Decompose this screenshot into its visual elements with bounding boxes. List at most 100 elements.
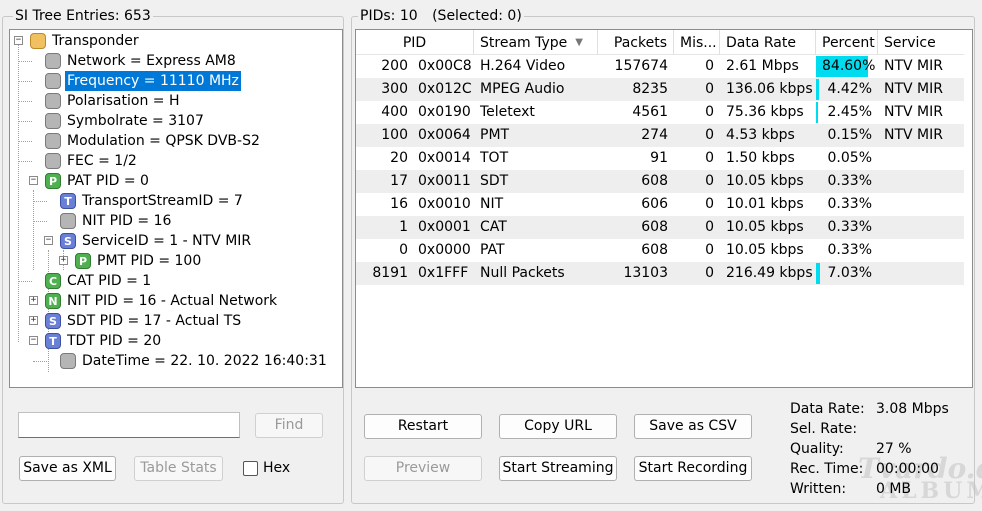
column-header-data-rate[interactable]: Data Rate <box>720 30 816 55</box>
tree-node[interactable]: NIT PID = 16 <box>10 211 342 231</box>
start-streaming-button[interactable]: Start Streaming <box>499 456 617 481</box>
tree-node[interactable]: T TransportStreamID = 7 <box>10 191 342 211</box>
table-row[interactable]: 400 0x0190 Teletext 4561 0 75.36 kbps 2.45% NTV… <box>356 101 964 124</box>
table-t-icon: T <box>60 193 76 209</box>
tree-node[interactable]: FEC = 1/2 <box>10 151 342 171</box>
table-row[interactable]: 16 0x0010 NIT 606 0 10.01 kbps 0.33% <box>356 193 964 216</box>
tree-node[interactable]: C CAT PID = 1 <box>10 271 342 291</box>
preview-button[interactable]: Preview <box>364 456 482 481</box>
tree-node-label: CAT PID = 1 <box>67 273 152 289</box>
column-header-pid[interactable]: PID <box>356 30 474 55</box>
pid-table[interactable]: PID Stream Type ▼ Packets Mis... Data Ra… <box>355 29 973 388</box>
tree-node[interactable]: Symbolrate = 3107 <box>10 111 342 131</box>
table-stats-button[interactable]: Table Stats <box>134 456 223 481</box>
save-as-csv-button[interactable]: Save as CSV <box>634 414 752 439</box>
column-header-service[interactable]: Service <box>878 30 964 55</box>
tree-node-label: FEC = 1/2 <box>67 153 137 169</box>
save-as-xml-button[interactable]: Save as XML <box>19 456 116 481</box>
tree-connector <box>33 221 47 222</box>
collapse-icon[interactable]: − <box>44 236 53 245</box>
restart-button[interactable]: Restart <box>364 414 482 439</box>
collapse-icon[interactable]: − <box>29 176 38 185</box>
table-row[interactable]: 200 0x00C8 H.264 Video 157674 0 2.61 Mbps 84.6… <box>356 55 964 78</box>
tree-node[interactable]: DateTime = 22. 10. 2022 16:40:31 <box>10 351 342 371</box>
data-rate-value: 3.08 Mbps <box>876 401 949 417</box>
cell-mis: 0 <box>705 265 714 281</box>
cell-packets: 608 <box>641 242 668 258</box>
cell-type: PMT <box>480 127 510 143</box>
tree-node[interactable]: Frequency = 11110 MHz <box>10 71 342 91</box>
cell-rate: 10.05 kbps <box>726 173 804 189</box>
expand-icon[interactable]: + <box>59 256 68 265</box>
table-row[interactable]: 100 0x0064 PMT 274 0 4.53 kbps 0.15% NTV MIR <box>356 124 964 147</box>
cell-type: SDT <box>480 173 509 189</box>
find-button[interactable]: Find <box>255 413 323 438</box>
column-header-missed[interactable]: Mis... <box>674 30 720 55</box>
tree-node[interactable]: − P PAT PID = 0 <box>10 171 342 191</box>
tree-node[interactable]: Modulation = QPSK DVB-S2 <box>10 131 342 151</box>
hex-checkbox-label[interactable]: Hex <box>263 460 290 476</box>
table-row[interactable]: 17 0x0011 SDT 608 0 10.05 kbps 0.33% <box>356 170 964 193</box>
cell-pid: 400 <box>381 104 408 120</box>
cell-hex: 0x0010 <box>418 196 471 212</box>
table-row[interactable]: 1 0x0001 CAT 608 0 10.05 kbps 0.33% <box>356 216 964 239</box>
search-input[interactable] <box>18 412 240 438</box>
expand-icon[interactable]: + <box>29 296 38 305</box>
cell-type: CAT <box>480 219 507 235</box>
cell-hex: 0x00C8 <box>418 58 472 74</box>
cell-pid: 200 <box>381 58 408 74</box>
expand-icon[interactable]: + <box>29 316 38 325</box>
tree-node[interactable]: Network = Express AM8 <box>10 51 342 71</box>
cell-percent: 2.45% <box>827 104 872 120</box>
cell-hex: 0x1FFF <box>418 265 469 281</box>
tree-node[interactable]: + S SDT PID = 17 - Actual TS <box>10 311 342 331</box>
cell-service <box>878 216 964 239</box>
cell-mis: 0 <box>705 58 714 74</box>
column-header-stream-type[interactable]: Stream Type ▼ <box>474 30 598 55</box>
start-recording-button[interactable]: Start Recording <box>634 456 752 481</box>
tree-node-label: DateTime = 22. 10. 2022 16:40:31 <box>82 353 327 369</box>
tree-node[interactable]: − S ServiceID = 1 - NTV MIR <box>10 231 342 251</box>
cell-type: NIT <box>480 196 504 212</box>
collapse-icon[interactable]: − <box>29 336 38 345</box>
table-row[interactable]: 20 0x0014 TOT 91 0 1.50 kbps 0.05% <box>356 147 964 170</box>
written-value: 0 MB <box>876 481 912 497</box>
tree-node-label: Frequency = 11110 MHz <box>65 71 241 91</box>
cell-hex: 0x0000 <box>418 242 471 258</box>
cell-pid: 1 <box>399 219 408 235</box>
cell-rate: 2.61 Mbps <box>726 58 799 74</box>
quality-value: 27 % <box>876 441 912 457</box>
table-header: PID Stream Type ▼ Packets Mis... Data Ra… <box>356 30 964 55</box>
cell-percent: 4.42% <box>827 81 872 97</box>
cell-type: TOT <box>480 150 509 166</box>
tree-connector <box>33 361 47 362</box>
copy-url-button[interactable]: Copy URL <box>499 414 617 439</box>
tree-node[interactable]: Polarisation = H <box>10 91 342 111</box>
cell-service <box>878 170 964 193</box>
tree-connector <box>18 161 32 162</box>
table-row[interactable]: 8191 0x1FFF Null Packets 13103 0 216.49 kbps 7… <box>356 262 964 285</box>
cell-pid: 20 <box>390 150 408 166</box>
si-tree[interactable]: − Transponder Network = Express AM8 Frequen… <box>9 29 343 388</box>
tree-node-label: NIT PID = 16 <box>82 213 172 229</box>
table-row[interactable]: 300 0x012C MPEG Audio 8235 0 136.06 kbps 4.42%… <box>356 78 964 101</box>
column-header-packets[interactable]: Packets <box>598 30 674 55</box>
tree-node-label: ServiceID = 1 - NTV MIR <box>82 233 252 249</box>
table-row[interactable]: 0 0x0000 PAT 608 0 10.05 kbps 0.33% <box>356 239 964 262</box>
hex-checkbox[interactable] <box>243 461 258 476</box>
sort-desc-icon: ▼ <box>575 37 583 48</box>
cell-hex: 0x0001 <box>418 219 471 235</box>
cell-rate: 136.06 kbps <box>726 81 813 97</box>
cell-service <box>878 239 964 262</box>
collapse-icon[interactable]: − <box>14 36 23 45</box>
column-header-percent[interactable]: Percent <box>816 30 878 55</box>
si-tree-entries-label: SI Tree Entries: 653 <box>13 8 153 24</box>
service-icon: S <box>60 233 76 249</box>
cell-pid: 100 <box>381 127 408 143</box>
tree-node[interactable]: + P PMT PID = 100 <box>10 251 342 271</box>
cell-percent: 84.60% <box>822 58 876 74</box>
cell-packets: 4561 <box>632 104 668 120</box>
tree-node[interactable]: − Transponder <box>10 31 342 51</box>
tree-node[interactable]: − T TDT PID = 20 <box>10 331 342 351</box>
tree-node[interactable]: + N NIT PID = 16 - Actual Network <box>10 291 342 311</box>
